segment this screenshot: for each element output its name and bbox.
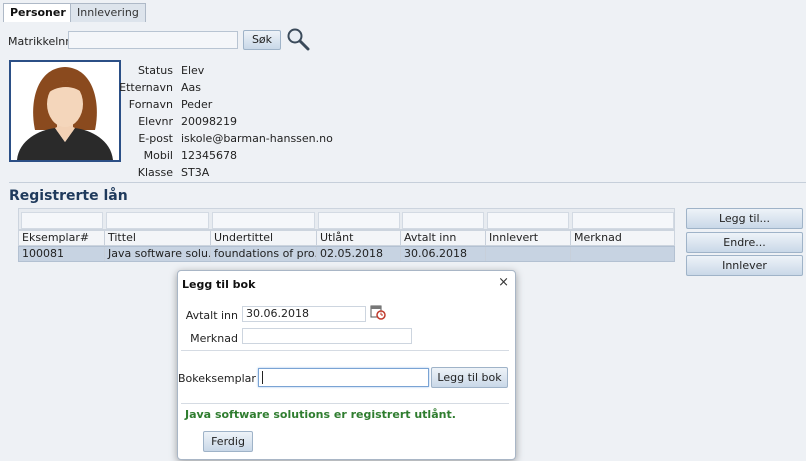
filter-merknad-input[interactable] (572, 212, 674, 229)
column-header[interactable]: Eksemplar# (19, 231, 104, 245)
column-header[interactable]: Utlånt (316, 231, 400, 245)
info-value: ST3A (181, 166, 210, 179)
done-button[interactable]: Ferdig (203, 431, 253, 452)
filter-utlant-input[interactable] (318, 212, 400, 229)
column-header[interactable]: Innlevert (485, 231, 570, 245)
info-value: Peder (181, 98, 213, 111)
info-label: Fornavn (128, 98, 173, 111)
matrikkelnr-label: Matrikkelnr (8, 35, 70, 48)
info-label: Klasse (137, 166, 173, 179)
info-value: 12345678 (181, 149, 237, 162)
filter-undertittel-input[interactable] (212, 212, 315, 229)
filter-avtalt-inn-input[interactable] (402, 212, 484, 229)
table-cell: 30.06.2018 (400, 247, 485, 261)
dialog-title: Legg til bok (182, 278, 256, 291)
due-date-label: Avtalt inn (185, 309, 238, 322)
filter-row (18, 208, 675, 230)
copy-label: Bokeksemplar (178, 372, 256, 385)
table-cell (485, 247, 570, 261)
edit-loan-button[interactable]: Endre... (686, 232, 803, 253)
table-row[interactable]: 100081 Java software solu... foundations… (18, 246, 675, 262)
column-header[interactable]: Avtalt inn (400, 231, 485, 245)
column-header[interactable]: Merknad (570, 231, 674, 245)
dialog-divider (181, 350, 509, 351)
text-cursor (262, 371, 263, 384)
note-input[interactable] (242, 328, 412, 344)
info-label: Elevnr (138, 115, 173, 128)
tab-personer[interactable]: Personer (3, 3, 73, 23)
section-title: Registrerte lån (9, 188, 128, 204)
add-book-button[interactable]: Legg til bok (431, 367, 508, 388)
info-label: Etternavn (119, 81, 173, 94)
return-loan-button[interactable]: Innlever (686, 255, 803, 276)
search-button[interactable]: Søk (243, 30, 281, 50)
calendar-icon[interactable] (370, 304, 386, 320)
info-value: Elev (181, 64, 205, 77)
magnifier-icon[interactable] (286, 27, 310, 51)
tab-bar: Personer Innlevering (0, 0, 806, 23)
info-label: Mobil (143, 149, 173, 162)
info-label: Status (137, 64, 173, 77)
dialog-divider (181, 403, 509, 404)
info-value: 20098219 (181, 115, 237, 128)
table-cell: foundations of pro... (210, 247, 316, 261)
table-cell (570, 247, 674, 261)
table-cell: 100081 (22, 247, 64, 260)
filter-tittel-input[interactable] (106, 212, 209, 229)
column-header[interactable]: Undertittel (210, 231, 316, 245)
person-photo-icon (11, 62, 119, 160)
table-cell: Java software solu... (104, 247, 210, 261)
close-icon[interactable]: × (498, 275, 509, 290)
grid-header: Eksemplar# Tittel Undertittel Utlånt Avt… (18, 230, 675, 246)
column-header[interactable]: Tittel (104, 231, 210, 245)
filter-eksemplar-input[interactable] (21, 212, 103, 229)
section-divider (9, 182, 806, 183)
matrikkelnr-input[interactable] (68, 31, 238, 49)
info-value: iskole@barman-hanssen.no (181, 132, 333, 145)
avatar (9, 60, 121, 162)
note-label: Merknad (190, 332, 238, 345)
success-message: Java software solutions er registrert ut… (185, 408, 456, 421)
add-loan-button[interactable]: Legg til... (686, 208, 803, 229)
filter-innlevert-input[interactable] (487, 212, 569, 229)
info-label: E-post (138, 132, 173, 145)
add-book-dialog: Legg til bok × Avtalt inn 30.06.2018 Mer… (177, 270, 516, 460)
due-date-input[interactable]: 30.06.2018 (242, 306, 366, 322)
table-cell: 02.05.2018 (316, 247, 400, 261)
tab-innlevering[interactable]: Innlevering (70, 3, 146, 22)
info-value: Aas (181, 81, 201, 94)
copy-input[interactable] (258, 368, 429, 387)
